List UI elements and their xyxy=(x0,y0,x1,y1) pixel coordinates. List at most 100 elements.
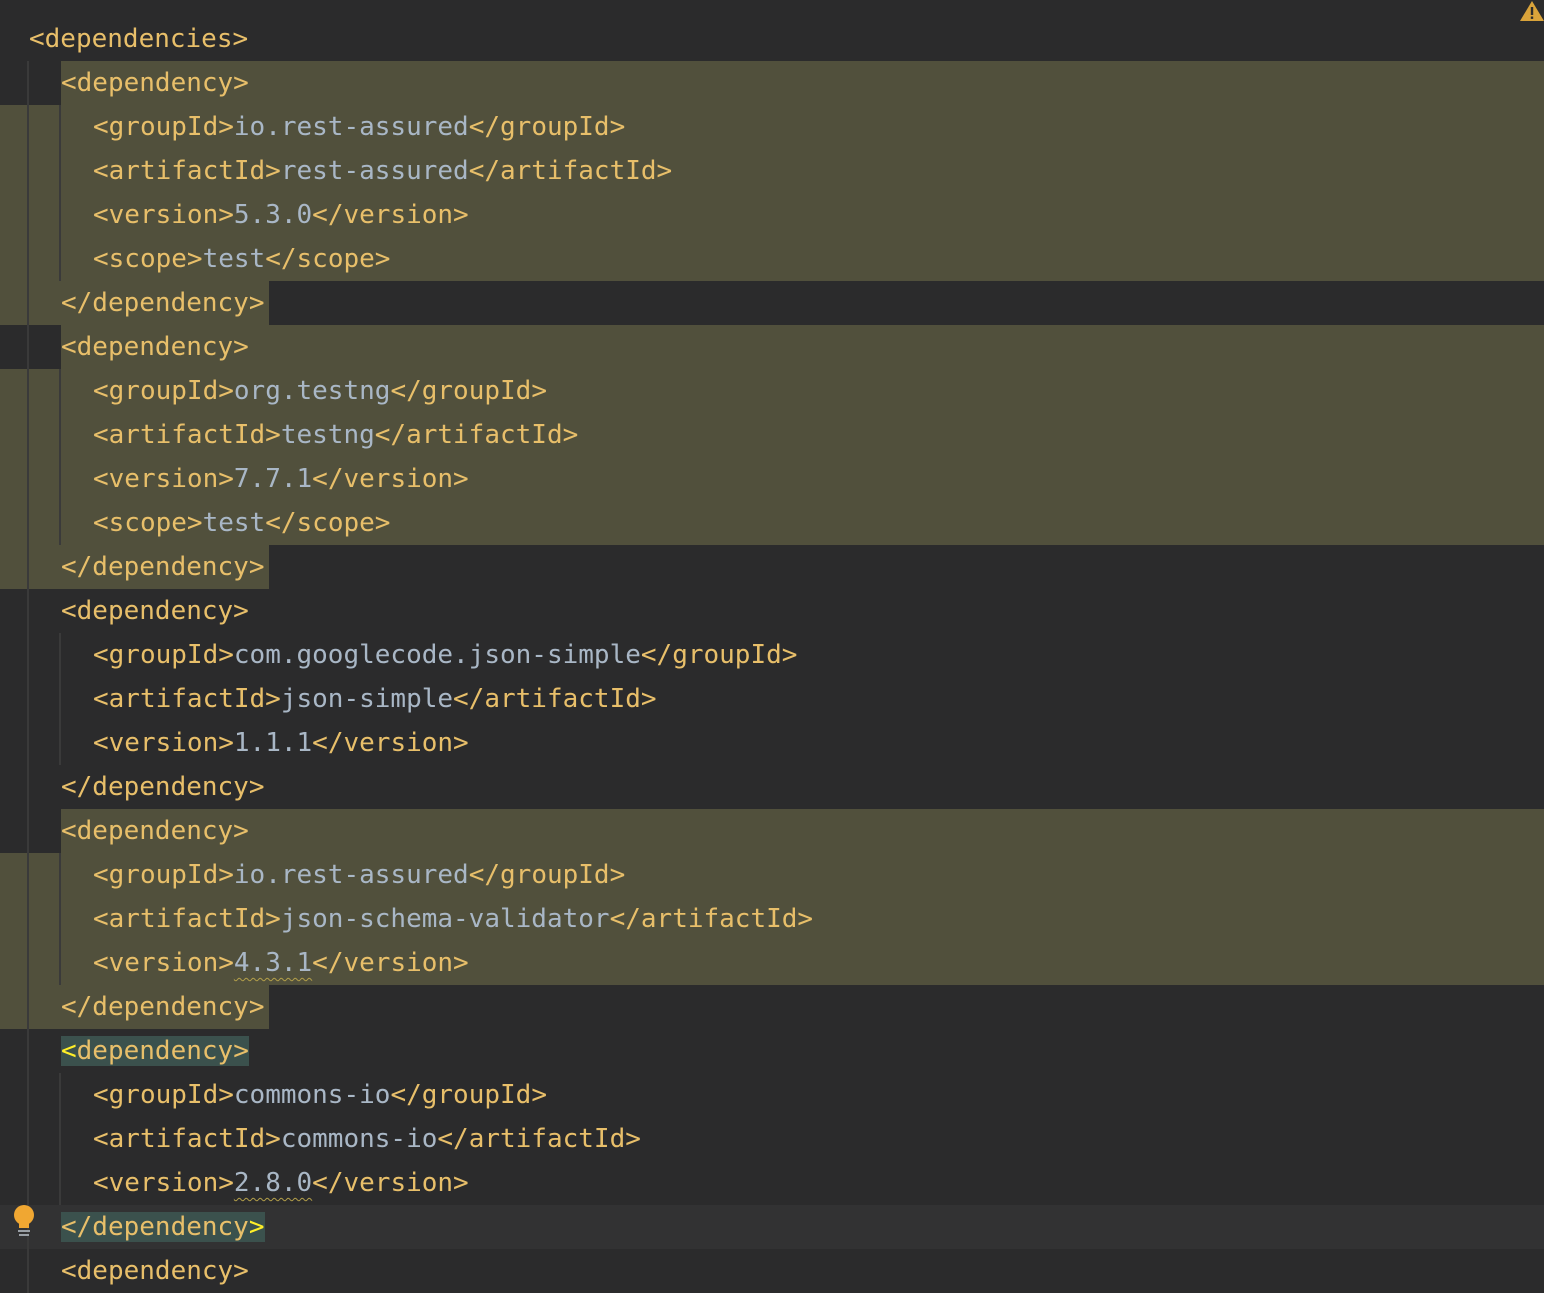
tag-value: test xyxy=(202,244,266,274)
code-line[interactable]: </dependency> xyxy=(0,545,1544,589)
xml-closing-tag: </artifactId> xyxy=(468,156,673,186)
warning-icon[interactable] xyxy=(1519,0,1544,22)
xml-closing-tag: </groupId> xyxy=(640,640,798,670)
code-text: </dependency> xyxy=(61,985,265,1029)
code-line[interactable]: <version>4.3.1</version> xyxy=(0,941,1544,985)
indent-guide xyxy=(27,1073,29,1117)
code-text: <version>5.3.0</version> xyxy=(93,193,469,237)
code-line[interactable]: <scope>test</scope> xyxy=(0,237,1544,281)
code-line[interactable]: <dependency> xyxy=(0,809,1544,853)
tag-value: 1.1.1 xyxy=(233,728,313,758)
indent-guide xyxy=(27,1117,29,1161)
indent-guide xyxy=(59,897,61,941)
indent-guide xyxy=(27,897,29,941)
tag-value: commons-io xyxy=(280,1124,438,1154)
indent-guide xyxy=(59,677,61,721)
indent-guide xyxy=(27,193,29,237)
code-line[interactable]: <dependency> xyxy=(0,325,1544,369)
indent-guide xyxy=(59,457,61,501)
xml-tag: <version> xyxy=(93,728,234,758)
indent-guide xyxy=(59,501,61,545)
occurrence-highlight xyxy=(61,61,1544,105)
code-text: <version>1.1.1</version> xyxy=(93,721,469,765)
code-line[interactable]: <groupId>io.rest-assured</groupId> xyxy=(0,853,1544,897)
code-text: <dependency> xyxy=(61,1029,249,1073)
indent-guide xyxy=(27,501,29,545)
indent-guide xyxy=(27,1029,29,1073)
code-line[interactable]: <dependency> xyxy=(0,589,1544,633)
code-line[interactable]: <scope>test</scope> xyxy=(0,501,1544,545)
code-line[interactable]: <dependency> xyxy=(0,1029,1544,1073)
code-text: <groupId>io.rest-assured</groupId> xyxy=(93,105,625,149)
xml-tag: <artifactId> xyxy=(93,904,281,934)
xml-tag: <dependency> xyxy=(61,816,249,846)
code-text: <groupId>io.rest-assured</groupId> xyxy=(93,853,625,897)
code-text: <artifactId>commons-io</artifactId> xyxy=(93,1117,641,1161)
indent-guide xyxy=(27,149,29,193)
code-text: <artifactId>json-schema-validator</artif… xyxy=(93,897,813,941)
code-line[interactable]: <groupId>com.googlecode.json-simple</gro… xyxy=(0,633,1544,677)
code-line[interactable]: <dependency> xyxy=(0,61,1544,105)
code-text: </dependency> xyxy=(61,281,265,325)
xml-closing-tag: </groupId> xyxy=(468,112,626,142)
xml-closing-tag: </scope> xyxy=(265,244,391,274)
indent-guide xyxy=(59,105,61,149)
code-line[interactable]: <groupId>commons-io</groupId> xyxy=(0,1073,1544,1117)
code-line[interactable]: <groupId>org.testng</groupId> xyxy=(0,369,1544,413)
code-line[interactable]: <version>5.3.0</version> xyxy=(0,193,1544,237)
code-line[interactable]: <artifactId>rest-assured</artifactId> xyxy=(0,149,1544,193)
xml-tag: <dependency> xyxy=(61,596,249,626)
code-line[interactable]: <artifactId>json-simple</artifactId> xyxy=(0,677,1544,721)
tag-value: 4.3.1 xyxy=(233,948,313,978)
code-text: <version>2.8.0</version> xyxy=(93,1161,469,1205)
indent-guide xyxy=(59,149,61,193)
tag-value: commons-io xyxy=(233,1080,391,1110)
indent-guide xyxy=(27,677,29,721)
xml-tag: <dependency> xyxy=(61,68,249,98)
xml-tag: <artifactId> xyxy=(93,156,281,186)
indent-guide xyxy=(59,721,61,765)
code-line[interactable]: </dependency> xyxy=(0,765,1544,809)
xml-tag: </dependency> xyxy=(61,772,265,802)
code-text: <dependency> xyxy=(61,325,249,369)
code-line[interactable]: <version>7.7.1</version> xyxy=(0,457,1544,501)
code-line[interactable]: <groupId>io.rest-assured</groupId> xyxy=(0,105,1544,149)
indent-guide xyxy=(59,633,61,677)
xml-tag: <groupId> xyxy=(93,112,234,142)
code-line[interactable]: <version>2.8.0</version> xyxy=(0,1161,1544,1205)
indent-guide xyxy=(59,1161,61,1205)
tag-value: json-schema-validator xyxy=(280,904,610,934)
code-line[interactable]: <artifactId>testng</artifactId> xyxy=(0,413,1544,457)
code-line[interactable]: </dependency> xyxy=(0,281,1544,325)
code-line[interactable]: <version>1.1.1</version> xyxy=(0,721,1544,765)
xml-tag: <version> xyxy=(93,948,234,978)
code-line[interactable]: <artifactId>json-schema-validator</artif… xyxy=(0,897,1544,941)
code-line[interactable]: <dependency> xyxy=(0,1249,1544,1293)
xml-closing-tag: </artifactId> xyxy=(437,1124,641,1154)
code-text: <version>7.7.1</version> xyxy=(93,457,469,501)
xml-closing-tag: </version> xyxy=(312,948,469,978)
code-text: </dependency> xyxy=(61,765,265,809)
code-line[interactable]: <artifactId>commons-io</artifactId> xyxy=(0,1117,1544,1161)
xml-closing-tag: </version> xyxy=(312,728,469,758)
indent-guide xyxy=(27,1249,29,1293)
code-text: <artifactId>json-simple</artifactId> xyxy=(93,677,657,721)
code-editor[interactable]: <dependencies> <dependency> <groupId>io.re… xyxy=(0,0,1544,1293)
matched-tag: <dependency> xyxy=(61,1036,249,1066)
code-text: <groupId>com.googlecode.json-simple</gro… xyxy=(93,633,797,677)
indent-guide xyxy=(59,941,61,985)
xml-tag: <groupId> xyxy=(93,640,234,670)
tag-value: 2.8.0 xyxy=(233,1168,313,1198)
tag-value: rest-assured xyxy=(280,156,469,186)
xml-tag: </dependency> xyxy=(61,992,265,1022)
code-line[interactable]: </dependency> xyxy=(0,985,1544,1029)
code-line[interactable]: <dependencies> xyxy=(0,17,1544,61)
xml-tag: <scope> xyxy=(93,244,203,274)
code-line[interactable]: </dependency> xyxy=(0,1205,1544,1249)
code-text: <artifactId>rest-assured</artifactId> xyxy=(93,149,672,193)
xml-closing-tag: </groupId> xyxy=(468,860,626,890)
indent-guide xyxy=(59,1117,61,1161)
xml-tag: <dependency> xyxy=(61,1256,249,1286)
intention-bulb-icon[interactable] xyxy=(10,1203,38,1237)
indent-guide xyxy=(27,941,29,985)
